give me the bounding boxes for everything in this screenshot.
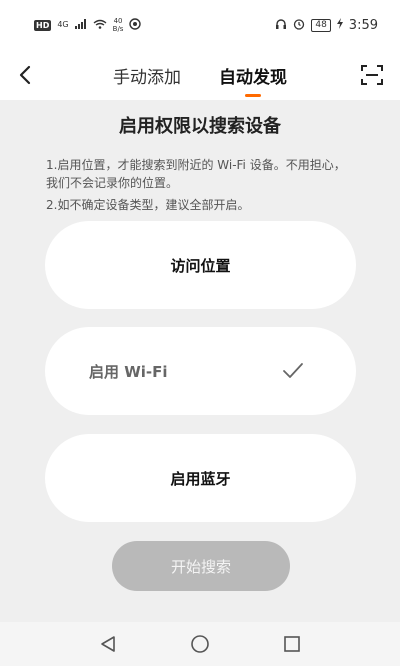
app-notification-icon xyxy=(129,17,142,33)
square-recents-icon xyxy=(284,636,300,652)
system-recents-button[interactable] xyxy=(280,632,304,656)
tab-auto-discover[interactable]: 自动发现 xyxy=(219,63,287,97)
top-nav-bar: 手动添加 自动发现 xyxy=(0,50,400,100)
alarm-icon xyxy=(293,18,305,33)
tab-bar: 手动添加 自动发现 xyxy=(0,50,400,100)
battery-indicator: 48 xyxy=(311,18,331,32)
system-nav-bar xyxy=(0,622,400,666)
hd-indicator: HD xyxy=(34,19,52,31)
wifi-icon xyxy=(93,18,107,32)
circle-home-icon xyxy=(191,635,209,653)
headset-icon xyxy=(275,18,287,33)
enable-bluetooth-label: 启用蓝牙 xyxy=(170,469,231,488)
checkmark-icon xyxy=(283,363,303,378)
charging-icon xyxy=(336,18,343,32)
speed-unit: B/s xyxy=(112,25,124,33)
network-speed: 40 B/s xyxy=(113,17,124,33)
page-title: 启用权限以搜索设备 xyxy=(119,116,281,137)
status-left: HD 4G 40 B/s xyxy=(34,17,142,33)
instruction-location: 1.启用位置，才能搜索到附近的 Wi-Fi 设备。不用担心，我们不会记录你的位置… xyxy=(46,158,346,190)
network-type: 4G xyxy=(57,20,69,29)
clock: 3:59 xyxy=(348,17,378,33)
access-location-label: 访问位置 xyxy=(170,256,231,275)
instruction-device-type: 2.如不确定设备类型，建议全部开启。 xyxy=(46,198,250,212)
start-search-button[interactable]: 开始搜索 xyxy=(112,541,290,591)
status-right: 48 3:59 xyxy=(275,18,378,33)
main-content: 启用权限以搜索设备 1.启用位置，才能搜索到附近的 Wi-Fi 设备。不用担心，… xyxy=(0,100,400,214)
speed-value: 40 xyxy=(113,17,123,25)
status-bar: HD 4G 40 B/s 48 3:59 xyxy=(0,0,400,50)
instructions: 1.启用位置，才能搜索到附近的 Wi-Fi 设备。不用担心，我们不会记录你的位置… xyxy=(46,156,356,214)
enable-wifi-label: 启用 Wi-Fi xyxy=(89,362,168,381)
access-location-button[interactable]: 访问位置 xyxy=(45,221,356,309)
enable-bluetooth-button[interactable]: 启用蓝牙 xyxy=(45,434,356,522)
tab-manual-add[interactable]: 手动添加 xyxy=(113,63,181,88)
scan-icon xyxy=(361,65,383,85)
system-home-button[interactable] xyxy=(188,632,212,656)
scan-button[interactable] xyxy=(360,63,384,87)
enable-wifi-button[interactable]: 启用 Wi-Fi xyxy=(45,327,356,415)
triangle-back-icon xyxy=(101,636,115,652)
system-back-button[interactable] xyxy=(96,632,120,656)
signal-icon xyxy=(74,18,87,32)
